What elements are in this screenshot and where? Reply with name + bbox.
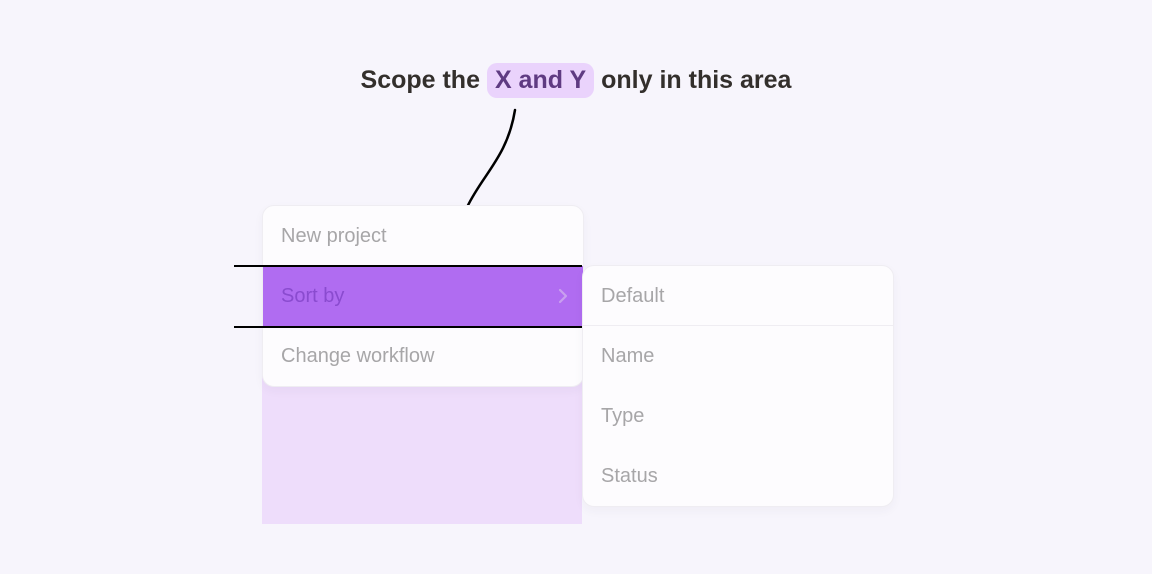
submenu-item-status[interactable]: Status bbox=[583, 446, 893, 506]
menu-item-new-project[interactable]: New project bbox=[263, 206, 583, 266]
heading-text-after: only in this area bbox=[594, 66, 791, 94]
scope-line-bottom bbox=[234, 326, 582, 328]
context-menu: New project Sort by Change workflow bbox=[262, 205, 584, 387]
submenu-item-label: Status bbox=[601, 465, 658, 487]
heading-text-before: Scope the bbox=[361, 66, 487, 94]
menu-item-label: Change workflow bbox=[281, 345, 434, 367]
menu-item-change-workflow[interactable]: Change workflow bbox=[263, 326, 583, 386]
submenu-item-label: Name bbox=[601, 345, 654, 367]
heading-highlight-pill: X and Y bbox=[487, 63, 594, 98]
chevron-right-icon bbox=[557, 266, 569, 326]
submenu-item-label: Type bbox=[601, 405, 644, 427]
menu-item-label: New project bbox=[281, 225, 387, 247]
scope-line-top bbox=[234, 265, 582, 267]
submenu-head-default[interactable]: Default bbox=[583, 266, 893, 326]
menu-item-sort-by[interactable]: Sort by bbox=[263, 266, 583, 326]
submenu-head-label: Default bbox=[601, 285, 664, 307]
instruction-heading: Scope the X and Y only in this area bbox=[0, 66, 1152, 95]
menu-item-label: Sort by bbox=[281, 285, 344, 307]
sort-by-submenu: Default Name Type Status bbox=[582, 265, 894, 507]
submenu-item-type[interactable]: Type bbox=[583, 386, 893, 446]
submenu-item-name[interactable]: Name bbox=[583, 326, 893, 386]
